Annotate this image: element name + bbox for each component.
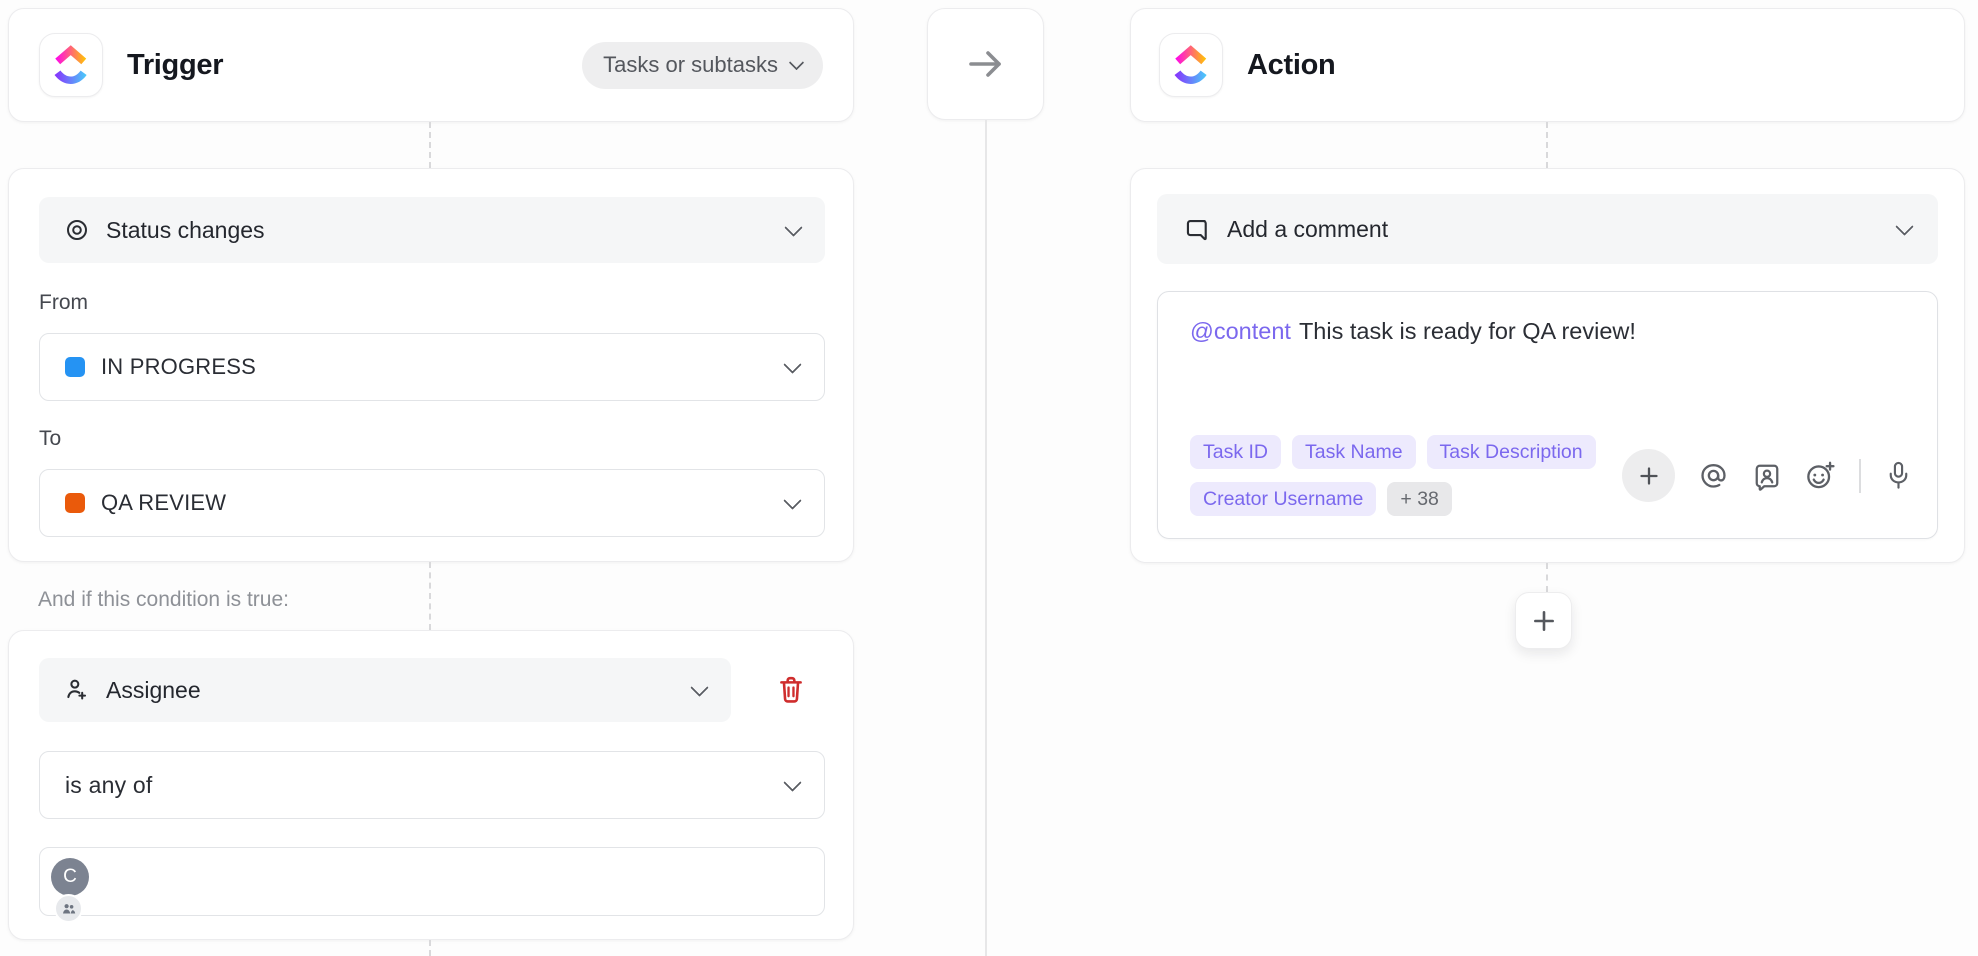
comment-editor[interactable]: @content This task is ready for QA review… (1157, 291, 1938, 539)
assignee-avatar-stack: C (51, 858, 95, 923)
plus-icon (1533, 610, 1554, 631)
avatar[interactable]: C (51, 858, 89, 896)
trigger-event-label: Status changes (106, 216, 265, 243)
add-variable-button[interactable] (1622, 449, 1675, 502)
from-status-value: IN PROGRESS (101, 354, 257, 379)
trigger-event-dropdown[interactable]: Status changes (39, 197, 825, 263)
action-connector-line (1546, 122, 1548, 168)
user-plus-icon (67, 679, 87, 700)
chevron-down-icon (1895, 216, 1914, 236)
chevron-down-icon (783, 772, 802, 792)
toolbar-divider (1859, 458, 1861, 493)
condition-operator-dropdown[interactable]: is any of (39, 751, 825, 819)
to-status-dropdown[interactable]: QA REVIEW (39, 469, 825, 537)
automation-builder: Trigger Tasks or subtasks Status changes… (0, 0, 1978, 956)
condition-field-dropdown[interactable]: Assignee (39, 658, 731, 722)
voice-clip-button[interactable] (1884, 460, 1913, 491)
comment-toolbar: Task ID Task Name Task Description Creat… (1190, 435, 1913, 516)
chevron-down-icon (783, 490, 802, 510)
action-type-label: Add a comment (1227, 215, 1389, 242)
add-action-button[interactable] (1515, 592, 1572, 649)
trigger-connector-line (429, 940, 431, 956)
action-card: Add a comment @content This task is ready… (1130, 168, 1965, 563)
trigger-header-card: Trigger Tasks or subtasks (8, 8, 854, 122)
more-variables-chip[interactable]: + 38 (1387, 482, 1452, 516)
trigger-event-card: Status changes From IN PROGRESS To QA RE… (8, 168, 854, 562)
status-color-swatch (65, 493, 85, 513)
column-divider-line (985, 120, 987, 956)
chevron-down-icon (690, 677, 709, 697)
to-status-value: QA REVIEW (101, 490, 227, 515)
chevron-down-icon (783, 354, 802, 374)
trigger-title: Trigger (127, 48, 224, 81)
from-label: From (39, 291, 88, 314)
trigger-scope-dropdown[interactable]: Tasks or subtasks (582, 41, 823, 89)
emoji-button[interactable] (1805, 460, 1836, 491)
variable-chip[interactable]: Task Name (1292, 435, 1416, 469)
trigger-scope-label: Tasks or subtasks (603, 52, 778, 77)
variable-chip[interactable]: Task ID (1190, 435, 1282, 469)
arrow-right-icon (968, 51, 1001, 77)
delete-condition-button[interactable] (774, 673, 808, 707)
variable-chip[interactable]: Creator Username (1190, 482, 1377, 516)
action-header-card: Action (1130, 8, 1965, 122)
target-icon (67, 220, 87, 240)
comment-text: @content This task is ready for QA review… (1190, 318, 1636, 344)
trigger-condition-card: Assignee is any of C (8, 630, 854, 940)
at-sign-icon (1701, 464, 1726, 488)
condition-assignee-input[interactable]: C (39, 847, 825, 923)
trigger-to-action-connector (927, 8, 1044, 120)
variable-chip[interactable]: Task Description (1426, 435, 1596, 469)
variable-chips: Task ID Task Name Task Description Creat… (1190, 435, 1622, 516)
action-type-dropdown[interactable]: Add a comment (1157, 194, 1938, 264)
chevron-down-icon (788, 54, 805, 70)
condition-intro-text: And if this condition is true: (38, 588, 289, 611)
clickup-logo (39, 33, 103, 97)
condition-field-label: Assignee (106, 676, 201, 703)
clip-avatar-icon (1755, 464, 1779, 491)
plus-icon (1639, 466, 1658, 485)
action-title: Action (1247, 48, 1336, 81)
mention-button[interactable] (1698, 460, 1729, 491)
trigger-connector-line (429, 122, 431, 168)
status-color-swatch (65, 357, 85, 377)
microphone-icon (1889, 461, 1908, 489)
people-icon (62, 903, 75, 913)
to-label: To (39, 427, 62, 450)
clip-avatar-button[interactable] (1752, 461, 1782, 491)
condition-operator-value: is any of (65, 771, 153, 798)
from-status-dropdown[interactable]: IN PROGRESS (39, 333, 825, 401)
action-connector-line (1546, 563, 1548, 592)
people-badge (54, 894, 83, 923)
trigger-connector-line (429, 562, 431, 630)
chevron-down-icon (784, 217, 803, 237)
mention-token[interactable]: @content (1190, 318, 1291, 344)
trash-icon (780, 676, 802, 703)
comment-bubble-icon (1186, 219, 1207, 240)
emoji-plus-icon (1807, 461, 1835, 489)
clickup-logo (1159, 33, 1223, 97)
